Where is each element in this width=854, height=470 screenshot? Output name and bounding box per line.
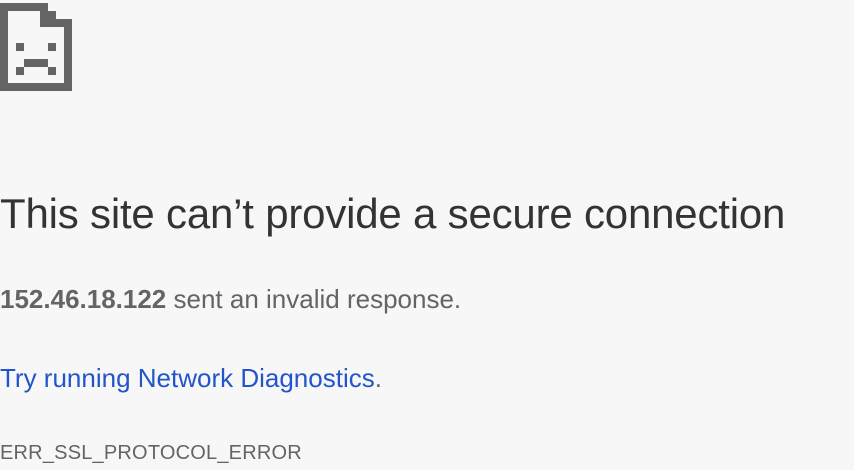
error-code: ERR_SSL_PROTOCOL_ERROR xyxy=(0,442,302,464)
sad-page-icon xyxy=(0,3,72,91)
diagnostics-suggestion: Try running Network Diagnostics. xyxy=(0,361,382,395)
diagnostics-suffix: . xyxy=(374,363,382,393)
error-message: 152.46.18.122 sent an invalid response. xyxy=(0,282,461,316)
sad-page-icon-graphic xyxy=(0,3,72,91)
error-host: 152.46.18.122 xyxy=(0,284,167,314)
network-diagnostics-link[interactable]: Try running Network Diagnostics xyxy=(0,363,375,393)
error-message-suffix: sent an invalid response. xyxy=(166,284,462,314)
error-heading: This site can’t provide a secure connect… xyxy=(0,190,786,237)
